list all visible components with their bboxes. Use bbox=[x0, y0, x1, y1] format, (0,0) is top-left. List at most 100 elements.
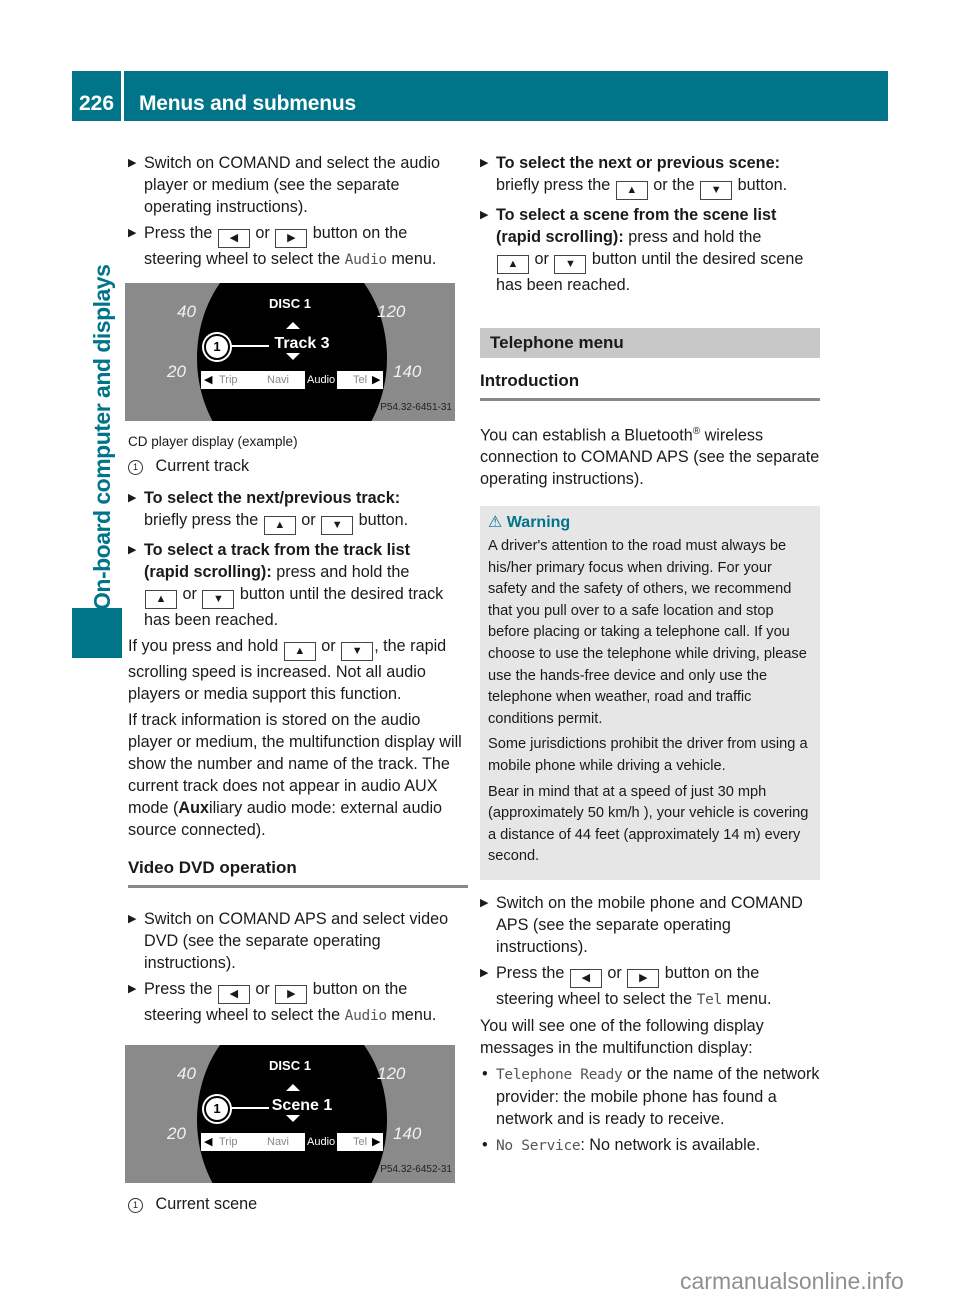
step-track-list: ▶ To select a track from the track list … bbox=[128, 541, 444, 629]
down-arrow-icon bbox=[286, 1115, 300, 1122]
step-next-previous-scene: ▶ To select the next or previous scene: … bbox=[480, 152, 820, 200]
up-key-icon: ▲ bbox=[283, 642, 316, 661]
current-track: Track 3 bbox=[274, 335, 330, 352]
step-arrow-icon: ▶ bbox=[480, 157, 489, 169]
image-caption: CD player display (example) bbox=[128, 434, 298, 449]
callout-line bbox=[229, 345, 269, 347]
step-select-tel-menu: ▶ Press the ◀ or ▶ button on the steerin… bbox=[480, 963, 772, 1008]
up-key-icon: ▲ bbox=[497, 255, 529, 274]
legend-item: 1 Current track bbox=[128, 455, 468, 477]
step-arrow-icon: ▶ bbox=[480, 896, 489, 909]
step-next-previous-track: ▶ To select the next/previous track: bri… bbox=[128, 487, 468, 535]
menu-item-audio: Audio bbox=[305, 371, 338, 389]
left-key-icon: ◀ bbox=[217, 985, 250, 1004]
watermark: carmanualsonline.info bbox=[680, 1268, 904, 1294]
page-header: 226 Menus and submenus bbox=[72, 71, 888, 121]
right-column: ▶ To select the next or previous scene: … bbox=[480, 152, 820, 1161]
menu-item-trip: Trip bbox=[219, 1136, 238, 1148]
rapid-scrolling-paragraph: If you press and hold ▲ or ▼, the rapid … bbox=[128, 637, 447, 703]
callout-line bbox=[229, 1107, 269, 1109]
menu-name: Audio bbox=[344, 1008, 387, 1024]
menu-item-navi: Navi bbox=[267, 374, 290, 386]
page-number: 226 bbox=[72, 71, 124, 121]
right-key-icon: ▶ bbox=[627, 968, 660, 988]
display-menu-bar: ◀ Trip Navi Audio Tel ▶ bbox=[201, 371, 383, 389]
step-scene-list: ▶ To select a scene from the scene list … bbox=[480, 206, 804, 294]
step-arrow-icon: ▶ bbox=[128, 544, 137, 556]
legend-item: 1 Current scene bbox=[128, 1193, 468, 1215]
disc-label: DISC 1 bbox=[269, 296, 311, 311]
display-menu-bar: ◀ Trip Navi Audio Tel ▶ bbox=[201, 1133, 383, 1151]
menu-item-audio: Audio bbox=[305, 1133, 338, 1151]
right-key-icon: ▶ bbox=[275, 985, 308, 1004]
menu-item-navi: Navi bbox=[267, 1136, 290, 1148]
registered-mark: ® bbox=[692, 426, 701, 437]
message-item: • Telephone Ready or the name of the net… bbox=[482, 1064, 820, 1128]
step-arrow-icon: ▶ bbox=[128, 227, 137, 239]
chapter-side-tab: On-board computer and displays bbox=[82, 165, 122, 610]
down-key-icon: ▼ bbox=[554, 255, 587, 274]
speed-label: 20 bbox=[167, 362, 186, 381]
up-key-icon: ▲ bbox=[145, 590, 177, 609]
up-key-icon: ▲ bbox=[615, 181, 648, 200]
display-messages-intro: You will see one of the following displa… bbox=[480, 1016, 764, 1057]
up-key-icon: ▲ bbox=[263, 516, 296, 535]
speed-label: 140 bbox=[393, 1124, 422, 1143]
warning-paragraph: Some jurisdictions prohibit the driver f… bbox=[488, 736, 808, 774]
menu-item-trip: Trip bbox=[219, 374, 238, 386]
menu-item-tel: Tel bbox=[353, 1136, 368, 1148]
cd-player-display-image: 40 20 120 140 DISC 1 Track 3 1 ◀ Trip Na… bbox=[125, 283, 455, 421]
step-arrow-icon: ▶ bbox=[480, 209, 489, 221]
warning-paragraph: A driver's attention to the road must al… bbox=[488, 537, 807, 727]
menu-name: Audio bbox=[344, 252, 387, 268]
warning-box: ⚠ Warning A driver's attention to the ro… bbox=[480, 506, 820, 880]
menu-name: Tel bbox=[696, 991, 723, 1008]
callout-number-icon: 1 bbox=[128, 1198, 143, 1213]
up-arrow-icon bbox=[286, 322, 300, 329]
step-arrow-icon: ▶ bbox=[128, 913, 137, 925]
down-arrow-icon bbox=[286, 353, 300, 360]
page-title: Menus and submenus bbox=[139, 92, 356, 115]
left-key-icon: ◀ bbox=[217, 229, 250, 248]
up-arrow-icon bbox=[286, 1084, 300, 1091]
image-code: P54.32-6451-31 bbox=[380, 402, 452, 413]
chapter-label: On-board computer and displays bbox=[89, 264, 115, 610]
message-text: No Service bbox=[496, 1137, 581, 1154]
chapter-marker bbox=[72, 608, 122, 658]
down-key-icon: ▼ bbox=[321, 516, 354, 535]
left-column: ▶ Switch on COMAND and select the audio … bbox=[125, 152, 468, 1225]
menu-left-arrow-icon: ◀ bbox=[204, 374, 213, 386]
step-select-audio-menu: ▶ Press the ◀ or ▶ button on the steerin… bbox=[128, 224, 437, 268]
callout-number: 1 bbox=[204, 1096, 230, 1122]
step-arrow-icon: ▶ bbox=[480, 966, 489, 979]
down-key-icon: ▼ bbox=[202, 590, 235, 609]
speed-label: 140 bbox=[393, 362, 422, 381]
menu-item-tel: Tel bbox=[353, 374, 368, 386]
step-select-audio-menu-video: ▶ Press the ◀ or ▶ button on the steerin… bbox=[128, 980, 437, 1024]
section-heading-telephone-menu: Telephone menu bbox=[480, 328, 820, 358]
step-switch-on-video: ▶ Switch on COMAND APS and select video … bbox=[128, 910, 449, 972]
left-key-icon: ◀ bbox=[569, 968, 602, 988]
disc-label: DISC 1 bbox=[269, 1058, 311, 1073]
step-switch-on-comand: ▶ Switch on COMAND and select the audio … bbox=[128, 154, 441, 216]
down-key-icon: ▼ bbox=[700, 181, 733, 200]
current-scene: Scene 1 bbox=[271, 1097, 333, 1114]
track-info-paragraph: If track information is stored on the au… bbox=[128, 711, 462, 839]
menu-left-arrow-icon: ◀ bbox=[204, 1136, 213, 1148]
warning-paragraph: Bear in mind that at a speed of just 30 … bbox=[488, 783, 809, 865]
right-key-icon: ▶ bbox=[275, 229, 308, 248]
step-switch-on-phone: ▶ Switch on the mobile phone and COMAND … bbox=[480, 893, 803, 956]
step-arrow-icon: ▶ bbox=[128, 157, 137, 169]
menu-right-arrow-icon: ▶ bbox=[372, 1136, 381, 1148]
section-heading-video-dvd: Video DVD operation bbox=[128, 857, 468, 888]
warning-heading: ⚠ Warning bbox=[488, 514, 571, 532]
step-arrow-icon: ▶ bbox=[128, 983, 137, 995]
speed-label: 20 bbox=[167, 1124, 186, 1143]
bullet-icon: • bbox=[482, 1135, 488, 1154]
dvd-display-image: 40 20 120 140 DISC 1 Scene 1 1 ◀ Trip Na… bbox=[125, 1045, 455, 1183]
bullet-icon: • bbox=[482, 1064, 488, 1083]
callout-number: 1 bbox=[204, 334, 230, 360]
menu-right-arrow-icon: ▶ bbox=[372, 374, 381, 386]
image-code: P54.32-6452-31 bbox=[380, 1164, 452, 1175]
message-item: • No Service: No network is available. bbox=[482, 1135, 761, 1154]
